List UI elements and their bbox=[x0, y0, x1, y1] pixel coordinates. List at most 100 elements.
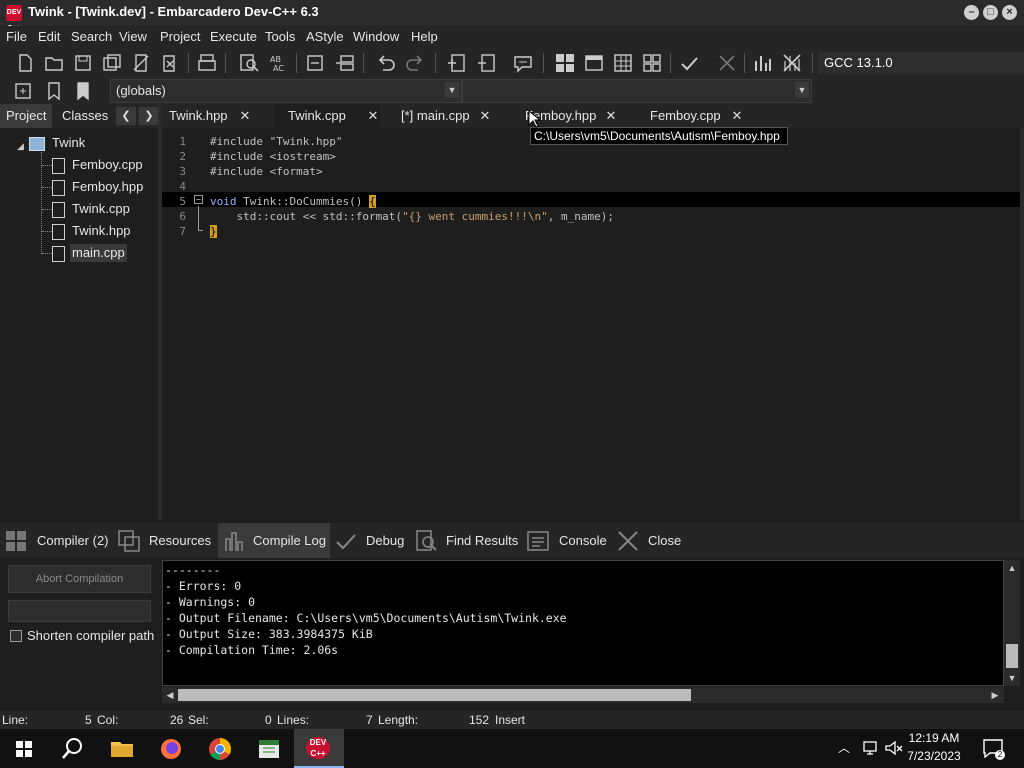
scroll-thumb[interactable] bbox=[178, 689, 691, 701]
compile-log-output[interactable]: -------- - Errors: 0 - Warnings: 0 - Out… bbox=[162, 560, 1004, 686]
remove-from-project-icon[interactable] bbox=[476, 52, 498, 74]
tree-file-twink-hpp[interactable]: Twink.hpp bbox=[72, 222, 131, 240]
close-icon[interactable]: ✕ bbox=[730, 104, 744, 128]
compile-run-icon[interactable] bbox=[612, 52, 634, 74]
chrome-icon[interactable] bbox=[204, 733, 236, 765]
network-icon[interactable] bbox=[862, 739, 880, 757]
close-icon[interactable]: ✕ bbox=[604, 104, 618, 128]
menu-execute[interactable]: Execute bbox=[210, 29, 257, 44]
syntax-check-icon[interactable] bbox=[678, 52, 700, 74]
close-icon[interactable]: ✕ bbox=[238, 104, 252, 128]
search-icon[interactable] bbox=[56, 733, 88, 765]
file-explorer-icon[interactable] bbox=[106, 733, 138, 765]
editor-tab-twink-hpp[interactable]: Twink.hpp ✕ bbox=[162, 104, 272, 128]
firefox-icon[interactable] bbox=[155, 733, 187, 765]
profile-icon[interactable] bbox=[752, 52, 774, 74]
find-icon[interactable] bbox=[238, 52, 260, 74]
maximize-button[interactable]: □ bbox=[983, 5, 998, 20]
goto-bookmark-icon[interactable] bbox=[72, 80, 94, 102]
fold-toggle-icon[interactable]: − bbox=[194, 195, 203, 204]
chevron-down-icon[interactable]: ▼ bbox=[445, 82, 459, 98]
editor-tab-femboy-cpp[interactable]: Femboy.cpp ✕ bbox=[642, 104, 752, 128]
scroll-down-icon[interactable]: ▼ bbox=[1005, 671, 1019, 685]
close-window-button[interactable]: × bbox=[1002, 5, 1017, 20]
bookmark-icon[interactable] bbox=[43, 80, 65, 102]
open-folder-icon[interactable] bbox=[43, 52, 65, 74]
goto-line-icon[interactable] bbox=[12, 80, 34, 102]
replace-icon[interactable]: AB AC bbox=[267, 52, 289, 74]
status-length-value: 152 bbox=[469, 713, 490, 727]
log-vertical-scrollbar[interactable]: ▲ ▼ bbox=[1004, 560, 1020, 686]
menu-search[interactable]: Search bbox=[71, 29, 112, 44]
menu-view[interactable]: View bbox=[119, 29, 147, 44]
member-combo[interactable]: ▼ bbox=[462, 79, 812, 103]
undo-icon[interactable] bbox=[375, 52, 397, 74]
scroll-left-icon[interactable]: ◀ bbox=[163, 688, 177, 702]
close-icon[interactable]: ✕ bbox=[478, 104, 492, 128]
new-project-icon[interactable] bbox=[446, 52, 468, 74]
shorten-path-checkbox[interactable] bbox=[10, 630, 22, 642]
chevron-left-icon[interactable]: ❮ bbox=[116, 107, 136, 125]
close-icon[interactable]: ✕ bbox=[366, 104, 380, 128]
tree-collapse-icon[interactable]: ◢ bbox=[17, 141, 24, 152]
menu-help[interactable]: Help bbox=[411, 29, 438, 44]
log-horizontal-scrollbar[interactable]: ◀ ▶ bbox=[162, 687, 1004, 703]
stop-execution-icon[interactable] bbox=[716, 52, 738, 74]
tree-file-femboy-hpp[interactable]: Femboy.hpp bbox=[72, 178, 143, 196]
compiler-select[interactable]: GCC 13.1.0 bbox=[818, 52, 1024, 74]
taskbar-clock-date[interactable]: 7/23/2023 bbox=[904, 749, 964, 763]
volume-muted-icon[interactable] bbox=[884, 739, 904, 757]
tab-find-results[interactable]: Find Results bbox=[414, 523, 522, 558]
scroll-thumb[interactable] bbox=[1006, 644, 1018, 668]
indent-icon[interactable] bbox=[304, 52, 326, 74]
compile-icon[interactable] bbox=[554, 52, 576, 74]
tab-debug[interactable]: Debug bbox=[334, 523, 410, 558]
tab-project[interactable]: Project bbox=[0, 104, 53, 128]
taskbar-clock-time[interactable]: 12:19 AM bbox=[904, 731, 964, 745]
menu-tools[interactable]: Tools bbox=[265, 29, 295, 44]
unindent-icon[interactable] bbox=[334, 52, 356, 74]
menu-window[interactable]: Window bbox=[353, 29, 399, 44]
tab-compile-log[interactable]: Compile Log bbox=[218, 523, 330, 558]
scroll-up-icon[interactable]: ▲ bbox=[1005, 561, 1019, 575]
chevron-right-icon[interactable]: ❯ bbox=[139, 107, 159, 125]
windows-start-icon[interactable] bbox=[8, 733, 40, 765]
tray-chevron-up-icon[interactable]: ︿ bbox=[838, 739, 850, 756]
tree-file-main-cpp[interactable]: main.cpp bbox=[70, 244, 127, 262]
tab-console[interactable]: Console bbox=[526, 523, 610, 558]
delete-profile-icon[interactable] bbox=[781, 52, 803, 74]
run-icon[interactable] bbox=[583, 52, 605, 74]
tab-resources[interactable]: Resources bbox=[117, 523, 217, 558]
spreadsheet-app-icon[interactable] bbox=[253, 733, 285, 765]
save-all-icon[interactable] bbox=[101, 52, 123, 74]
menu-file[interactable]: File bbox=[6, 29, 27, 44]
class-combo[interactable]: (globals) ▼ bbox=[110, 79, 462, 103]
close-file-icon[interactable] bbox=[130, 52, 152, 74]
project-options-icon[interactable] bbox=[512, 52, 534, 74]
new-file-icon[interactable] bbox=[14, 52, 36, 74]
editor-tab-twink-cpp[interactable]: Twink.cpp ✕ bbox=[274, 104, 380, 128]
tab-close-panel[interactable]: Close bbox=[616, 523, 686, 558]
save-icon[interactable] bbox=[72, 52, 94, 74]
minimize-button[interactable]: – bbox=[964, 5, 979, 20]
close-all-icon[interactable] bbox=[159, 52, 181, 74]
tree-file-femboy-cpp[interactable]: Femboy.cpp bbox=[72, 156, 143, 174]
tab-compiler[interactable]: Compiler (2) bbox=[4, 523, 112, 558]
code-editor[interactable]: 1 2 3 4 5 6 7 − #include "Twink.hpp" #in… bbox=[162, 128, 1020, 520]
menu-edit[interactable]: Edit bbox=[38, 29, 60, 44]
abort-compilation-button[interactable]: Abort Compilation bbox=[8, 565, 151, 593]
menu-project[interactable]: Project bbox=[160, 29, 200, 44]
tree-root-twink[interactable]: Twink bbox=[52, 134, 85, 152]
taskbar-devcpp-button[interactable]: DEV C++ bbox=[294, 729, 344, 768]
menu-astyle[interactable]: AStyle bbox=[306, 29, 344, 44]
status-lines-value: 7 bbox=[366, 713, 373, 727]
scroll-right-icon[interactable]: ▶ bbox=[988, 688, 1002, 702]
tab-classes[interactable]: Classes bbox=[56, 104, 114, 128]
redo-icon[interactable] bbox=[404, 52, 426, 74]
print-icon[interactable] bbox=[196, 52, 218, 74]
chevron-down-icon[interactable]: ▼ bbox=[795, 82, 809, 98]
editor-tab-main-cpp[interactable]: [*] main.cpp ✕ bbox=[392, 104, 504, 128]
tree-file-twink-cpp[interactable]: Twink.cpp bbox=[72, 200, 130, 218]
line-number: 5 bbox=[179, 195, 186, 208]
rebuild-all-icon[interactable] bbox=[641, 52, 663, 74]
